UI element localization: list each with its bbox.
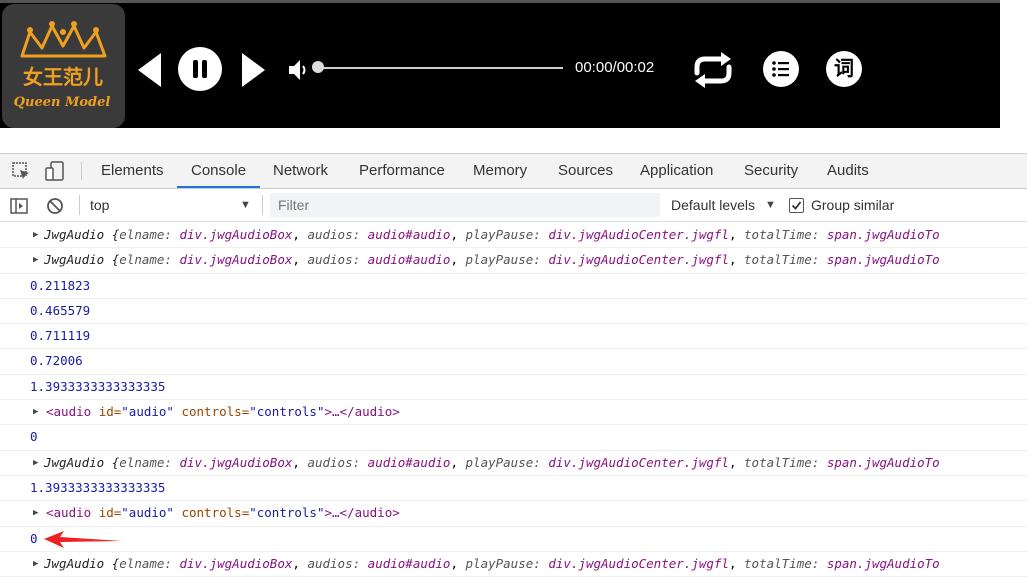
console-row: 0 xyxy=(0,527,1027,552)
context-selector[interactable]: top xyxy=(90,189,250,221)
filter-input[interactable] xyxy=(270,193,660,217)
svg-text:Queen Model: Queen Model xyxy=(14,95,111,110)
object-preview: JwgAudio {elname: div.jwgAudioBox, audio… xyxy=(44,454,940,470)
element-preview: <audio id="audio" controls="controls">…<… xyxy=(46,505,400,521)
log-number: 0.465579 xyxy=(30,302,91,318)
toolbar-divider xyxy=(262,195,263,215)
tab-elements[interactable]: Elements xyxy=(101,154,164,188)
svg-text:女王范儿: 女王范儿 xyxy=(23,65,103,89)
object-preview: JwgAudio {elname: div.jwgAudioBox, audio… xyxy=(44,555,940,571)
tabbar-divider xyxy=(81,162,82,180)
expand-arrow-icon[interactable]: ▶ xyxy=(33,248,38,272)
playlist-button[interactable] xyxy=(763,51,799,87)
tab-console[interactable]: Console xyxy=(177,154,261,188)
tab-security[interactable]: Security xyxy=(744,154,798,188)
object-preview: JwgAudio {elname: div.jwgAudioBox, audio… xyxy=(44,227,940,242)
show-sidebar-icon[interactable] xyxy=(9,196,29,216)
console-row: 0.211823 xyxy=(0,274,1027,299)
speaker-icon xyxy=(289,60,306,80)
console-row[interactable]: ▶ JwgAudio {elname: div.jwgAudioBox, aud… xyxy=(0,223,1027,249)
volume-button[interactable] xyxy=(287,57,313,83)
console-row: 1.3933333333333335 xyxy=(0,476,1027,502)
expand-arrow-icon[interactable]: ▶ xyxy=(33,552,38,576)
album-cover: 女王范儿 Queen Model xyxy=(2,4,125,128)
console-row[interactable]: ▶ JwgAudio {elname: div.jwgAudioBox, aud… xyxy=(0,451,1027,476)
object-preview: JwgAudio {elname: div.jwgAudioBox, audio… xyxy=(44,252,940,268)
log-levels-dropdown[interactable]: Default levels xyxy=(671,189,755,221)
crown-logo-icon: 女王范儿 Queen Model xyxy=(14,21,111,110)
lyrics-button[interactable]: 词 xyxy=(826,51,862,87)
progress-handle[interactable] xyxy=(312,61,324,73)
log-number: 0.72006 xyxy=(30,353,83,369)
previous-button[interactable] xyxy=(136,51,166,89)
clear-console-icon[interactable] xyxy=(45,196,65,216)
log-number: 0.711119 xyxy=(30,328,91,344)
log-number: 0 xyxy=(30,429,38,445)
pause-icon xyxy=(193,60,207,78)
console-row[interactable]: ▶ JwgAudio {elname: div.jwgAudioBox, aud… xyxy=(0,552,1027,578)
dropdown-arrow-icon: ▼ xyxy=(240,199,251,211)
log-number: 1.3933333333333335 xyxy=(30,378,166,394)
tab-performance[interactable]: Performance xyxy=(359,154,445,188)
console-log: ▶ JwgAudio {elname: div.jwgAudioBox, aud… xyxy=(0,223,1027,578)
tab-memory[interactable]: Memory xyxy=(473,154,527,188)
devtools-tabbar: Elements Console Network Performance Mem… xyxy=(0,154,1027,189)
console-row: 0.465579 xyxy=(0,299,1027,325)
red-arrow-annotation-icon xyxy=(44,530,122,548)
console-row[interactable]: ▶ <audio id="audio" controls="controls">… xyxy=(0,501,1027,527)
dropdown-arrow-icon: ▼ xyxy=(765,199,776,211)
repeat-icon xyxy=(694,52,732,88)
device-toolbar-icon[interactable] xyxy=(44,160,66,182)
console-row: 1.3933333333333335 xyxy=(0,375,1027,401)
console-row[interactable]: ▶ <audio id="audio" controls="controls">… xyxy=(0,400,1027,426)
expand-arrow-icon[interactable]: ▶ xyxy=(33,451,38,475)
previous-icon xyxy=(138,53,161,87)
list-icon xyxy=(772,61,789,77)
log-number: 0 xyxy=(30,530,38,546)
expand-arrow-icon[interactable]: ▶ xyxy=(33,501,38,525)
group-similar-label: Group similar xyxy=(811,197,895,213)
tab-network[interactable]: Network xyxy=(273,154,328,188)
devtools-panel: Elements Console Network Performance Mem… xyxy=(0,153,1027,581)
next-button[interactable] xyxy=(238,51,268,89)
expand-arrow-icon[interactable]: ▶ xyxy=(33,223,38,247)
tab-audits[interactable]: Audits xyxy=(827,154,869,188)
console-row: 0.711119 xyxy=(0,324,1027,350)
element-preview: <audio id="audio" controls="controls">…<… xyxy=(46,404,400,420)
console-row[interactable]: ▶ JwgAudio {elname: div.jwgAudioBox, aud… xyxy=(0,248,1027,274)
pause-button[interactable] xyxy=(178,47,222,91)
progress-bar[interactable] xyxy=(317,67,563,69)
next-icon xyxy=(242,53,265,87)
log-number: 0.211823 xyxy=(30,277,91,293)
console-toolbar: top ▼ Default levels ▼ Group similar xyxy=(0,189,1027,222)
console-row: 0.72006 xyxy=(0,349,1027,375)
log-number: 1.3933333333333335 xyxy=(30,479,166,495)
toolbar-divider xyxy=(79,195,80,215)
console-row: 0 xyxy=(0,425,1027,451)
expand-arrow-icon[interactable]: ▶ xyxy=(33,400,38,424)
inspect-element-icon[interactable] xyxy=(10,160,32,182)
audio-player: 女王范儿 Queen Model 00:00/00:02 词 xyxy=(0,3,1000,128)
tab-application[interactable]: Application xyxy=(640,154,713,188)
group-similar-checkbox[interactable] xyxy=(789,198,804,213)
time-display: 00:00/00:02 xyxy=(575,59,655,76)
checkmark-icon xyxy=(791,201,802,210)
loop-button[interactable] xyxy=(689,49,737,91)
tab-sources[interactable]: Sources xyxy=(558,154,613,188)
